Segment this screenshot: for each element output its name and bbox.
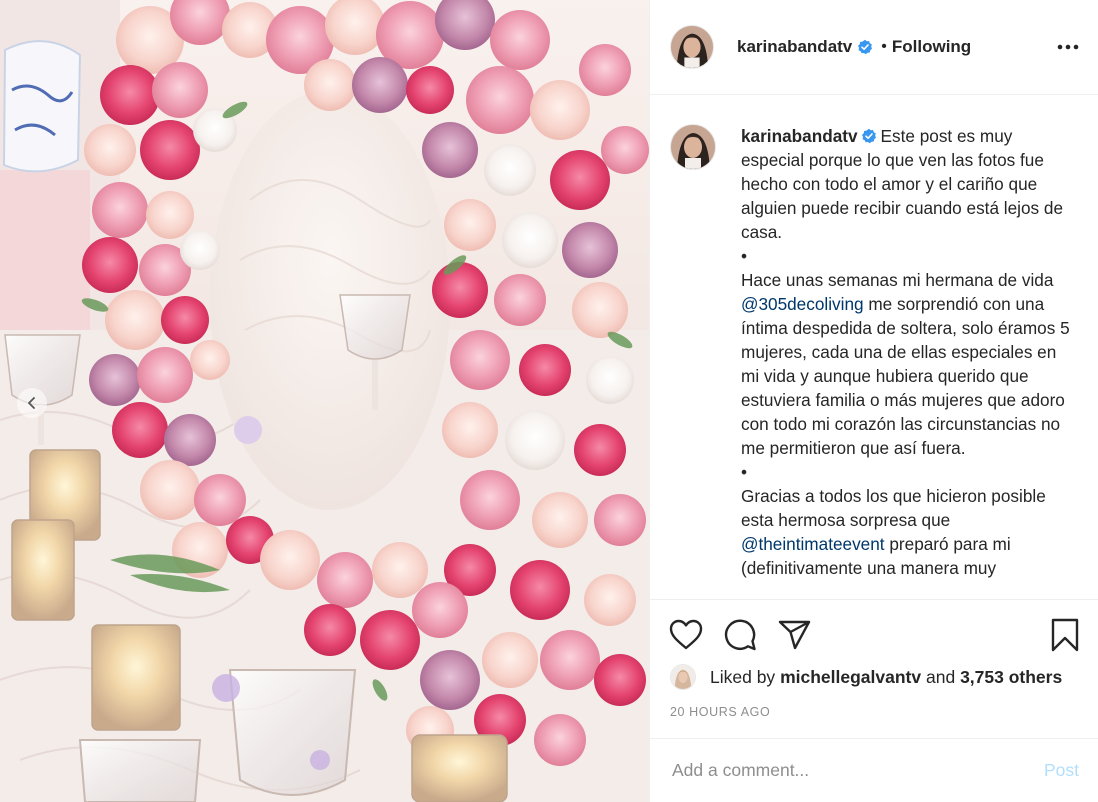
profile-photo xyxy=(671,665,695,689)
mention-link[interactable]: @theintimateevent xyxy=(741,534,885,554)
caption-paragraph-2b: me sorprendió con una íntima despedida d… xyxy=(741,294,1070,458)
caption-username[interactable]: karinabandatv xyxy=(741,126,858,146)
caption-paragraph-2a: Hace unas semanas mi hermana de vida xyxy=(741,270,1054,290)
action-bar xyxy=(650,599,1098,669)
post-photo[interactable] xyxy=(0,0,649,802)
comment-button[interactable] xyxy=(722,617,758,653)
mention-link[interactable]: @305decoliving xyxy=(741,294,864,314)
post-comment-button[interactable]: Post xyxy=(1044,760,1079,781)
floral-arch-image xyxy=(0,0,649,802)
likes-summary: Liked by michellegalvantv and 3,753 othe… xyxy=(670,660,1062,694)
header-separator: • xyxy=(881,38,887,55)
verified-badge-icon xyxy=(861,128,876,144)
caption-paragraph-3a: Gracias a todos los que hicieron posible… xyxy=(741,486,1046,530)
save-button[interactable] xyxy=(1047,617,1083,653)
post-timestamp[interactable]: 20 HOURS AGO xyxy=(670,705,770,719)
post-details-panel: karinabandatv • Following karinabandatv … xyxy=(649,0,1098,802)
caption-text: karinabandatv Este post es muy especial p… xyxy=(741,124,1071,580)
likes-count-link[interactable]: 3,753 others xyxy=(960,667,1062,688)
post-header: karinabandatv • Following xyxy=(650,0,1098,95)
caption-comment: karinabandatv Este post es muy especial p… xyxy=(650,96,1098,580)
share-button[interactable] xyxy=(776,617,812,653)
caption-area: karinabandatv Este post es muy especial p… xyxy=(650,96,1098,599)
liked-by-and: and xyxy=(925,666,956,687)
like-button[interactable] xyxy=(668,617,704,653)
comment-input[interactable] xyxy=(672,760,1044,781)
liker-avatar[interactable] xyxy=(670,664,696,690)
profile-photo xyxy=(671,26,713,68)
comment-icon xyxy=(724,619,756,651)
bookmark-icon xyxy=(1051,618,1079,651)
author-username[interactable]: karinabandatv xyxy=(737,37,852,57)
share-icon xyxy=(778,620,810,649)
carousel-prev-button[interactable] xyxy=(17,388,47,418)
following-button[interactable]: Following xyxy=(892,37,971,57)
comment-form: Post xyxy=(650,738,1098,802)
liked-by-prefix: Liked by xyxy=(710,666,776,687)
author-avatar[interactable] xyxy=(670,25,714,69)
caption-author-avatar[interactable] xyxy=(670,124,716,170)
chevron-left-icon xyxy=(28,397,35,409)
liker-username[interactable]: michellegalvantv xyxy=(780,667,921,688)
more-options-button[interactable] xyxy=(1055,34,1081,60)
caption-bullet: • xyxy=(741,462,748,482)
profile-photo xyxy=(671,125,715,169)
heart-icon xyxy=(669,619,703,650)
verified-badge-icon xyxy=(858,39,873,55)
more-options-icon xyxy=(1057,44,1079,50)
caption-bullet: • xyxy=(741,246,748,266)
